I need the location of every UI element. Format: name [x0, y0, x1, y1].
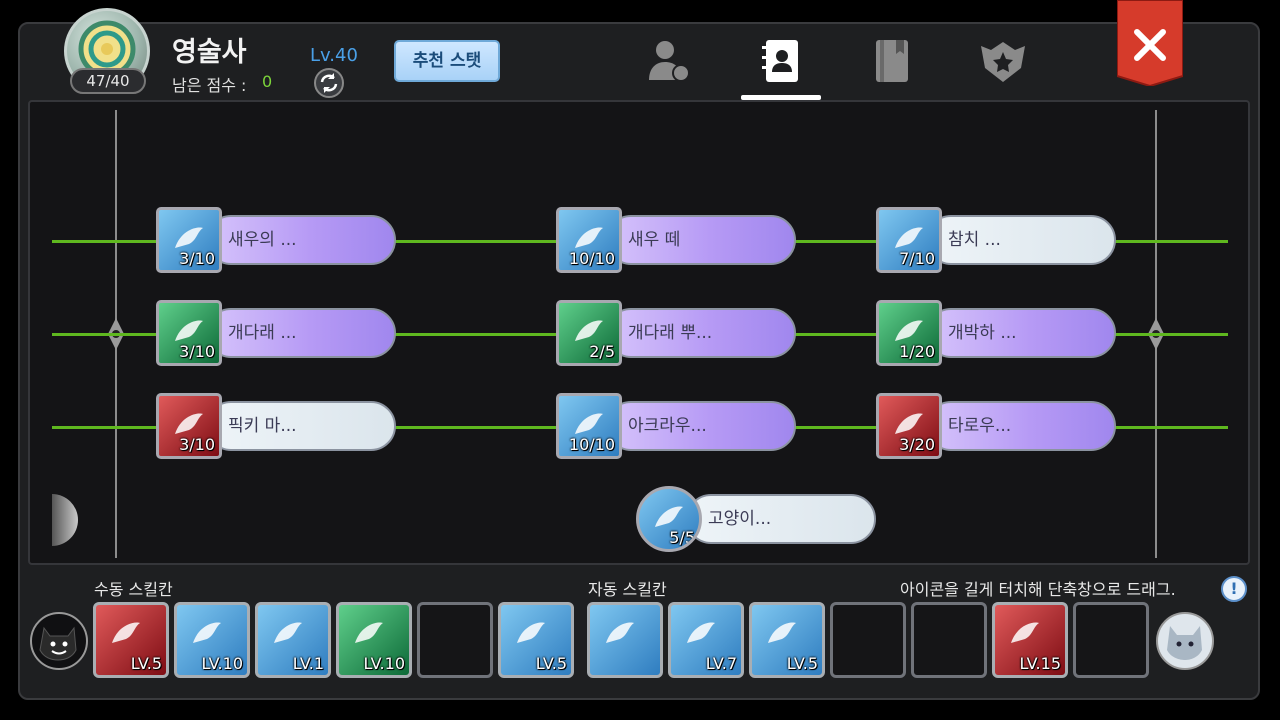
emblem-star-icon — [981, 42, 1025, 82]
skill-name: 픽키 마... — [206, 401, 396, 451]
close-button[interactable] — [1116, 0, 1184, 88]
skill-icon[interactable]: 10/10 — [556, 207, 622, 273]
skill-name: 아크라우... — [606, 401, 796, 451]
tab-book[interactable] — [870, 36, 926, 86]
skill-level: 3/10 — [179, 249, 215, 268]
skill-icon[interactable]: 1/20 — [876, 300, 942, 366]
skill-icon[interactable]: 3/10 — [156, 207, 222, 273]
auto-skill-slot[interactable] — [587, 602, 663, 678]
auto-skill-slot[interactable]: LV.5 — [749, 602, 825, 678]
manual-slot-label: 수동 스킬칸 — [94, 580, 173, 599]
auto-mode-cat-icon[interactable] — [1156, 612, 1214, 670]
auto-slot-label: 자동 스킬칸 — [588, 580, 667, 599]
skill-level: 5/5 — [669, 528, 695, 547]
auto-skill-slot[interactable]: LV.7 — [668, 602, 744, 678]
skill-points-count: 47/40 — [70, 68, 146, 94]
skill-icon[interactable]: 2/5 — [556, 300, 622, 366]
skill-icon[interactable]: 3/20 — [876, 393, 942, 459]
skill-level: 1/20 — [899, 342, 935, 361]
tab-rank[interactable] — [975, 36, 1031, 86]
skill-icon[interactable]: 10/10 — [556, 393, 622, 459]
skill-name: 타로우... — [926, 401, 1116, 451]
tab-character[interactable] — [645, 36, 701, 86]
skill-name: 개다래 뿌... — [606, 308, 796, 358]
skill-level: 10/10 — [568, 249, 615, 268]
skill-level: 10/10 — [568, 435, 615, 454]
auto-skill-slot[interactable]: LV.15 — [992, 602, 1068, 678]
skill-name: 개박하 ... — [926, 308, 1116, 358]
job-name: 영술사 — [172, 37, 247, 68]
slot-level: LV.5 — [786, 654, 818, 673]
manual-skill-slot[interactable]: LV.10 — [174, 602, 250, 678]
manual-skill-slot[interactable]: LV.1 — [255, 602, 331, 678]
skill-name: 개다래 ... — [206, 308, 396, 358]
close-icon — [1116, 0, 1184, 88]
drag-hint: 아이콘을 길게 터치해 단축창으로 드래그. — [900, 580, 1176, 599]
skill-book-icon — [762, 40, 798, 82]
skill-icon[interactable]: 3/10 — [156, 300, 222, 366]
skill-level: 3/10 — [179, 342, 215, 361]
auto-skill-slot[interactable] — [1073, 602, 1149, 678]
slot-level: LV.1 — [292, 654, 324, 673]
manual-mode-cat-icon[interactable] — [30, 612, 88, 670]
book-icon — [876, 40, 908, 82]
manual-skill-slot[interactable] — [417, 602, 493, 678]
skill-level: 3/10 — [179, 435, 215, 454]
slot-level: LV.10 — [201, 654, 243, 673]
skill-level: 3/20 — [899, 435, 935, 454]
auto-skill-slot[interactable] — [911, 602, 987, 678]
manual-skill-slot[interactable]: LV.5 — [498, 602, 574, 678]
slot-level: LV.7 — [705, 654, 737, 673]
skill-name: 참치 ... — [926, 215, 1116, 265]
skill-name: 새우 떼 — [606, 215, 796, 265]
info-button[interactable]: ! — [1221, 576, 1247, 602]
skill-icon[interactable]: 5/5 — [636, 486, 702, 552]
remaining-points-value: 0 — [262, 72, 273, 91]
character-icon — [649, 41, 690, 82]
character-level: Lv.40 — [310, 45, 358, 66]
skill-level: 7/10 — [899, 249, 935, 268]
recommend-stat-button[interactable]: 추천 스탯 — [394, 40, 500, 82]
skill-name: 고양이... — [686, 494, 876, 544]
skill-level: 2/5 — [589, 342, 615, 361]
slot-level: LV.5 — [535, 654, 567, 673]
slot-level: LV.5 — [130, 654, 162, 673]
remaining-points-label: 남은 점수 : — [172, 76, 247, 95]
auto-skill-slot[interactable] — [830, 602, 906, 678]
slot-level: LV.10 — [363, 654, 405, 673]
slot-level: LV.15 — [1019, 654, 1061, 673]
skill-icon[interactable]: 7/10 — [876, 207, 942, 273]
skill-name: 새우의 ... — [206, 215, 396, 265]
tab-skill[interactable] — [760, 36, 816, 86]
reset-button[interactable] — [314, 68, 344, 98]
manual-skill-slot[interactable]: LV.10 — [336, 602, 412, 678]
refresh-icon — [320, 73, 338, 93]
skill-icon[interactable]: 3/10 — [156, 393, 222, 459]
manual-skill-slot[interactable]: LV.5 — [93, 602, 169, 678]
